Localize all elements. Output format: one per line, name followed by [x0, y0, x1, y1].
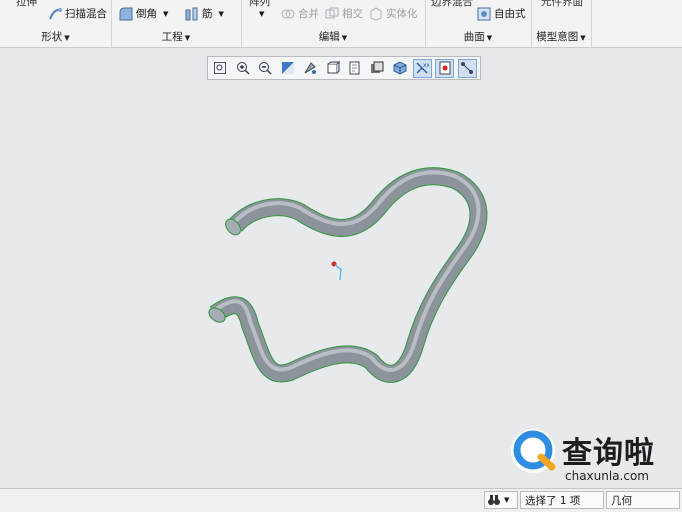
- merge-label: 合并: [298, 8, 319, 20]
- swept-blend-label: 扫描混合: [65, 8, 107, 20]
- solidify-icon: [369, 6, 383, 21]
- surfaces-group: 边界混合 自由式 曲面 ▼: [425, 0, 532, 47]
- find-dropdown-icon[interactable]: ▼: [504, 496, 509, 504]
- pattern-button-label[interactable]: 阵列: [249, 0, 270, 9]
- merge-icon: [281, 7, 295, 21]
- solidify-label: 实体化: [386, 8, 418, 20]
- swept-blend-button[interactable]: 扫描混合: [48, 6, 107, 21]
- brand-q-icon: [511, 429, 556, 473]
- engineering-group: 倒角 ▼ 筋 ▼ 工程 ▼: [111, 0, 242, 47]
- freestyle-icon: [477, 7, 491, 21]
- model-intent-group-label[interactable]: 模型意图 ▼: [531, 29, 591, 44]
- rib-button[interactable]: 筋 ▼: [185, 6, 224, 21]
- shape-group-label[interactable]: 形状 ▼: [0, 29, 111, 44]
- extrude-button-label[interactable]: 拉伸: [16, 0, 37, 9]
- boundary-blend-button-label[interactable]: 边界混合: [431, 0, 473, 9]
- merge-button[interactable]: 合并: [281, 6, 319, 21]
- watermark-title: 查询啦: [562, 436, 655, 471]
- component-interface-button-label[interactable]: 元件界面: [541, 0, 583, 9]
- shape-group: 拉伸 扫描混合 形状 ▼: [0, 0, 112, 47]
- solidify-button[interactable]: 实体化: [369, 6, 418, 21]
- intersect-button[interactable]: 相交: [325, 6, 363, 21]
- round-button[interactable]: 倒角 ▼: [119, 6, 168, 21]
- status-bar: ▼ 选择了 1 项 几何: [0, 488, 682, 512]
- ribbon: 拉伸 扫描混合 形状 ▼ 倒角 ▼ 筋 ▼ 工程 ▼ 阵列 ▼ 合并 相交 实体…: [0, 0, 682, 48]
- rib-label: 筋: [202, 8, 213, 20]
- swept-blend-icon: [48, 7, 62, 21]
- watermark-logo: 查询啦 chaxunla.com: [505, 420, 675, 490]
- binoculars-icon: [488, 495, 500, 505]
- round-dropdown-icon[interactable]: ▼: [163, 10, 168, 18]
- freestyle-button[interactable]: 自由式: [477, 6, 526, 21]
- pattern-dropdown-icon[interactable]: ▼: [259, 10, 264, 18]
- editing-group-label[interactable]: 编辑 ▼: [241, 29, 425, 44]
- rib-dropdown-icon[interactable]: ▼: [219, 10, 224, 18]
- surfaces-group-label[interactable]: 曲面 ▼: [425, 29, 531, 44]
- selection-status: 选择了 1 项: [520, 491, 604, 509]
- find-button[interactable]: ▼: [484, 491, 518, 509]
- freestyle-label: 自由式: [494, 8, 526, 20]
- rib-icon: [185, 7, 199, 21]
- intersect-label: 相交: [342, 8, 363, 20]
- engineering-group-label[interactable]: 工程 ▼: [111, 29, 241, 44]
- round-icon: [119, 7, 133, 21]
- watermark-url: chaxunla.com: [565, 469, 649, 483]
- round-label: 倒角: [136, 8, 157, 20]
- selection-filter[interactable]: 几何: [606, 491, 680, 509]
- model-intent-group: 元件界面 模型意图 ▼: [531, 0, 592, 47]
- editing-group: 阵列 ▼ 合并 相交 实体化 编辑 ▼: [241, 0, 426, 47]
- intersect-icon: [325, 7, 339, 21]
